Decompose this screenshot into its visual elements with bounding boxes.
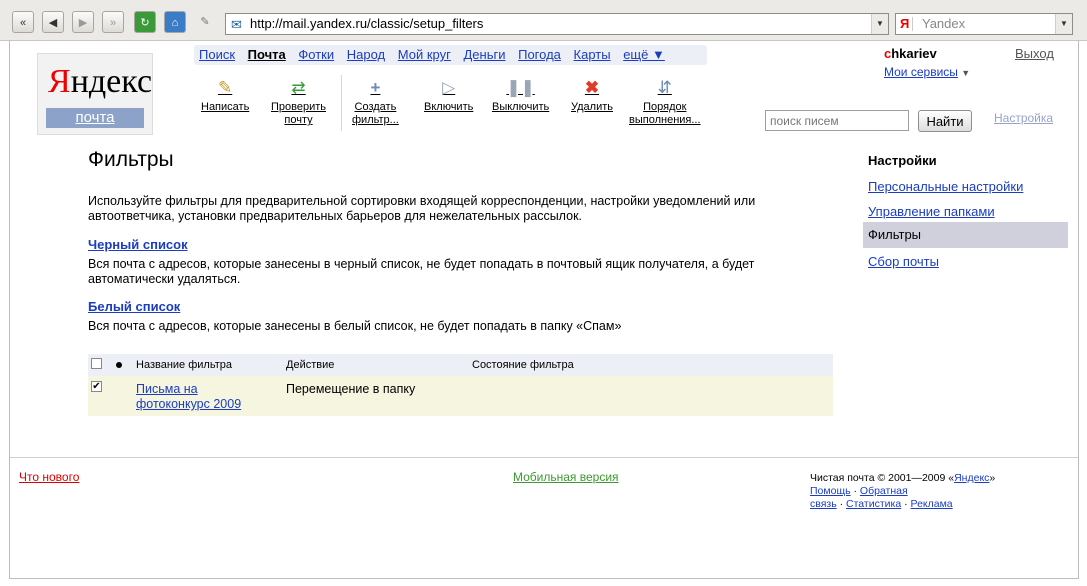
- statistics-link[interactable]: Статистика: [846, 498, 901, 510]
- first-icon[interactable]: «: [12, 11, 34, 33]
- create-filter-button[interactable]: + Создать фильтр...: [352, 77, 399, 127]
- mail-search-input[interactable]: [765, 110, 909, 131]
- service-mail-link[interactable]: Почта: [248, 47, 286, 62]
- refresh-arrows-icon: ⇄: [291, 78, 306, 97]
- browser-toolbar: « ◀ ▶ » ↻ ⌂ ✎ ✉ http://mail.yandex.ru/cl…: [0, 0, 1087, 41]
- mail-page: Яндекс почта Поиск Почта Фотки Народ Мой…: [9, 41, 1079, 579]
- enable-filter-button[interactable]: ▷ Включить: [424, 77, 473, 114]
- plus-icon: +: [370, 78, 381, 97]
- settings-link[interactable]: Настройка: [994, 111, 1053, 125]
- search-engine-name: Yandex: [922, 16, 966, 31]
- my-services-label: Мои сервисы: [884, 65, 958, 79]
- service-more-link[interactable]: ещё ▼: [623, 47, 665, 62]
- order-label-2: выполнения...: [629, 114, 701, 126]
- logout-link[interactable]: Выход: [1015, 46, 1054, 61]
- yandex-logo-icon: Я: [900, 16, 910, 31]
- select-all-checkbox[interactable]: [91, 358, 102, 369]
- mail-label[interactable]: почта: [46, 108, 144, 128]
- feedback-link-part1[interactable]: Обратная: [860, 485, 908, 497]
- create-label-1: Создать: [354, 101, 397, 113]
- delete-label: Удалить: [571, 101, 613, 113]
- username: chkariev: [884, 46, 937, 61]
- status-dot-icon: [116, 362, 122, 368]
- browser-search-box[interactable]: Я Yandex ▼: [895, 13, 1073, 35]
- service-search-link[interactable]: Поиск: [199, 47, 235, 62]
- table-header-row: Название фильтра Действие Состояние филь…: [88, 354, 833, 376]
- settings-nav-title: Настройки: [868, 153, 937, 168]
- write-label: Написать: [201, 101, 250, 113]
- filters-table: Название фильтра Действие Состояние филь…: [88, 354, 833, 416]
- whats-new-link[interactable]: Что нового: [19, 470, 79, 484]
- column-header-action: Действие: [286, 359, 335, 371]
- filter-action: Перемещение в папку: [286, 382, 416, 396]
- row-checkbox[interactable]: ✔: [91, 381, 102, 392]
- find-button[interactable]: Найти: [918, 110, 972, 132]
- my-services-menu[interactable]: Мои сервисы ▼: [884, 65, 970, 79]
- whitelist-link[interactable]: Белый список: [88, 299, 180, 314]
- chevron-down-icon: ▼: [961, 68, 971, 78]
- service-moikrug-link[interactable]: Мой круг: [398, 47, 451, 62]
- pencil-icon: ✎: [218, 78, 233, 97]
- mobile-version-link[interactable]: Мобильная версия: [513, 470, 619, 484]
- blacklist-link[interactable]: Черный список: [88, 237, 188, 252]
- address-bar[interactable]: ✉ http://mail.yandex.ru/classic/setup_fi…: [225, 13, 889, 35]
- service-narod-link[interactable]: Народ: [347, 47, 385, 62]
- whitelist-description: Вся почта с адресов, которые занесены в …: [88, 319, 622, 333]
- nav-filters-active[interactable]: Фильтры: [863, 222, 1068, 248]
- service-photos-link[interactable]: Фотки: [298, 47, 334, 62]
- last-icon[interactable]: »: [102, 11, 124, 33]
- url-text[interactable]: http://mail.yandex.ru/classic/setup_filt…: [250, 14, 483, 34]
- advertising-link[interactable]: Реклама: [911, 498, 953, 510]
- up-down-arrows-icon: ⇵: [657, 78, 672, 97]
- yandex-footer-link[interactable]: Яндекс: [954, 472, 989, 484]
- check-label-1: Проверить: [271, 101, 327, 113]
- services-nav: Поиск Почта Фотки Народ Мой круг Деньги …: [194, 45, 707, 65]
- nav-personal-settings[interactable]: Персональные настройки: [868, 179, 1023, 194]
- help-link[interactable]: Помощь: [810, 485, 851, 497]
- page-title: Фильтры: [88, 148, 174, 171]
- delete-filter-button[interactable]: ✖ Удалить: [571, 77, 613, 114]
- yandex-wordmark: Яндекс: [48, 63, 153, 100]
- disable-label: Выключить: [492, 101, 550, 113]
- filter-state: [472, 376, 833, 416]
- filters-intro-text: Используйте фильтры для предварительной …: [88, 194, 756, 223]
- home-icon[interactable]: ⌂: [164, 11, 186, 33]
- disable-filter-button[interactable]: ❚❚ Выключить: [492, 77, 549, 114]
- red-x-icon: ✖: [584, 78, 600, 97]
- filter-order-button[interactable]: ⇵ Порядок выполнения...: [629, 77, 701, 127]
- service-money-link[interactable]: Деньги: [463, 47, 505, 62]
- nav-mail-collector[interactable]: Сбор почты: [868, 254, 939, 269]
- edit-pencil-icon[interactable]: ✎: [194, 11, 216, 33]
- pause-icon: ❚❚: [506, 78, 535, 97]
- forward-arrow-icon[interactable]: ▶: [72, 11, 94, 33]
- enable-label: Включить: [424, 101, 474, 113]
- search-separator: [912, 17, 913, 31]
- blacklist-description: Вся почта с адресов, которые занесены в …: [88, 257, 755, 286]
- order-label-1: Порядок: [643, 101, 687, 113]
- footer-divider: [10, 457, 1078, 458]
- service-maps-link[interactable]: Карты: [574, 47, 611, 62]
- site-favicon-icon: ✉: [231, 17, 242, 32]
- reload-icon[interactable]: ↻: [134, 11, 156, 33]
- table-row[interactable]: ✔ Письма на фотоконкурс 2009 Перемещение …: [88, 376, 833, 416]
- search-dropdown-icon[interactable]: ▼: [1055, 14, 1072, 34]
- toolbar-divider: [341, 75, 342, 131]
- play-icon: ▷: [442, 78, 456, 97]
- yandex-mail-logo[interactable]: Яндекс почта: [37, 53, 153, 135]
- check-mail-button[interactable]: ⇄ Проверить почту: [271, 77, 326, 127]
- url-dropdown-icon[interactable]: ▼: [871, 14, 888, 34]
- check-label-2: почту: [284, 114, 313, 126]
- back-arrow-icon[interactable]: ◀: [42, 11, 64, 33]
- service-weather-link[interactable]: Погода: [518, 47, 561, 62]
- column-header-name: Название фильтра: [136, 359, 232, 371]
- create-label-2: фильтр...: [352, 114, 399, 126]
- filter-name-link[interactable]: Письма на фотоконкурс 2009: [136, 382, 241, 411]
- column-header-state: Состояние фильтра: [472, 359, 574, 371]
- footer-copyright: Чистая почта © 2001—2009 «Яндекс» Помощь…: [810, 472, 996, 510]
- feedback-link-part2[interactable]: связь: [810, 498, 837, 510]
- nav-folder-management[interactable]: Управление папками: [868, 204, 995, 219]
- nav-filters-label: Фильтры: [868, 227, 922, 242]
- write-button[interactable]: ✎ Написать: [201, 77, 249, 114]
